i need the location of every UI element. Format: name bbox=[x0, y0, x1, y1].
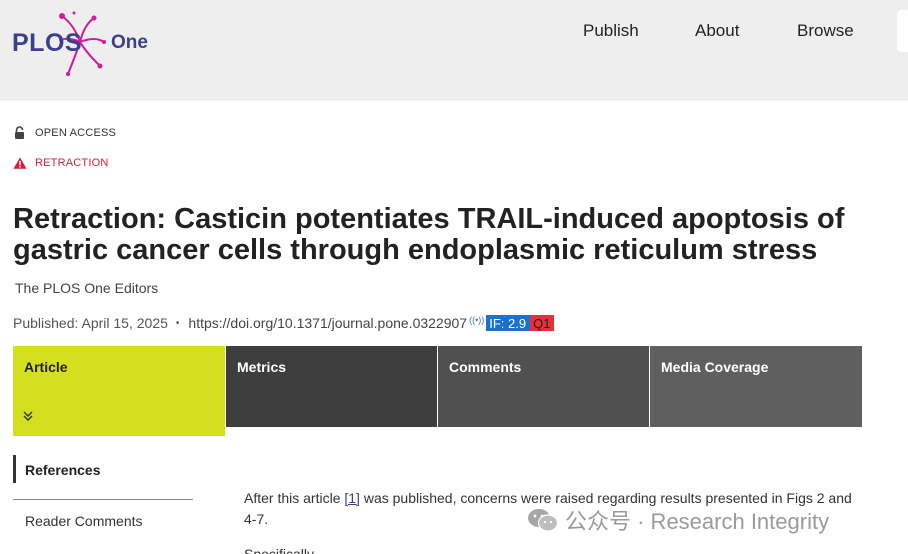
chat-bubbles-icon bbox=[528, 509, 559, 532]
open-access-label: OPEN ACCESS bbox=[35, 127, 117, 139]
publication-info: Published: April 15, 2025 • https://doi.… bbox=[13, 315, 555, 331]
broadcast-icon: ((•)) bbox=[469, 315, 485, 325]
warning-triangle-icon bbox=[13, 157, 27, 169]
logo-one-text: One bbox=[111, 32, 148, 53]
article-body-partial: Specifically bbox=[244, 546, 315, 554]
unlock-icon bbox=[15, 126, 24, 139]
body-text-before: After this article bbox=[244, 490, 345, 506]
tab-media-coverage[interactable]: Media Coverage bbox=[650, 346, 862, 427]
chevron-down-icon bbox=[22, 410, 34, 425]
nav-browse[interactable]: Browse bbox=[797, 21, 854, 41]
tab-comments[interactable]: Comments bbox=[438, 346, 649, 427]
article-authors[interactable]: The PLOS One Editors bbox=[15, 280, 158, 296]
logo-plos-text: PLOS bbox=[12, 29, 83, 57]
tab-metrics[interactable]: Metrics bbox=[226, 346, 437, 427]
separator-dot: • bbox=[175, 317, 180, 329]
sidenav-divider bbox=[13, 499, 193, 500]
watermark-text: 公众号 · Research Integrity bbox=[565, 509, 830, 534]
published-date: Published: April 15, 2025 bbox=[13, 315, 168, 331]
tab-media-label: Media Coverage bbox=[661, 359, 769, 375]
tab-article-label: Article bbox=[24, 359, 68, 375]
sidenav-item-references[interactable]: References bbox=[13, 455, 193, 483]
retraction-label: RETRACTION bbox=[35, 157, 109, 169]
open-access-badge[interactable]: OPEN ACCESS bbox=[13, 126, 116, 140]
nav-publish[interactable]: Publish bbox=[583, 21, 639, 41]
retraction-badge: RETRACTION bbox=[13, 156, 109, 170]
tab-article[interactable]: Article bbox=[13, 346, 225, 436]
search-input[interactable] bbox=[897, 10, 908, 52]
nav-about[interactable]: About bbox=[695, 21, 739, 41]
reference-link[interactable]: [1] bbox=[344, 490, 360, 506]
article-title: Retraction: Casticin potentiates TRAIL-i… bbox=[13, 203, 845, 266]
sidenav-item-reader-comments[interactable]: Reader Comments bbox=[25, 513, 143, 529]
impact-factor-badge: IF: 2.9 bbox=[486, 315, 531, 331]
doi-link[interactable]: https://doi.org/10.1371/journal.pone.032… bbox=[188, 315, 467, 331]
watermark: 公众号 · Research Integrity bbox=[527, 504, 829, 536]
quartile-badge: Q1 bbox=[530, 315, 555, 331]
plos-one-logo[interactable]: PLOS One bbox=[12, 8, 162, 78]
site-header: PLOS One Publish About Browse bbox=[0, 0, 908, 101]
tab-metrics-label: Metrics bbox=[237, 359, 287, 375]
tab-comments-label: Comments bbox=[449, 359, 522, 375]
